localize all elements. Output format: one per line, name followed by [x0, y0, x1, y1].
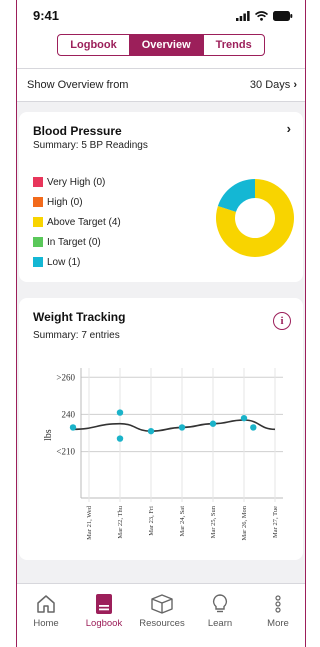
y-axis-label: lbs [43, 429, 54, 441]
show-overview-from-row[interactable]: Show Overview from 30 Days › [17, 68, 305, 102]
tab-home[interactable]: Home [18, 592, 74, 629]
bp-summary: Summary: 5 BP Readings [33, 140, 148, 151]
info-icon[interactable]: i [273, 312, 291, 330]
weight-title: Weight Tracking [33, 310, 126, 324]
tab-resources[interactable]: Resources [134, 592, 190, 629]
view-switcher: Logbook Overview Trends [17, 34, 305, 68]
legend-swatch [33, 177, 43, 187]
segmented-control: Logbook Overview Trends [57, 34, 265, 56]
status-bar: 9:41 [17, 0, 305, 34]
x-tick-label: Mar 24, Sat [179, 506, 186, 537]
legend-swatch [33, 257, 43, 267]
chevron-right-icon[interactable]: › [287, 121, 291, 136]
lightbulb-icon [211, 592, 229, 616]
logbook-icon [94, 592, 114, 616]
y-tick-label: 240 [62, 409, 76, 419]
weight-chart: >260 240 <210lbs Mar 21, Wed Mar 22, Thu Mar … [43, 368, 283, 540]
legend-label: Above Target (4) [47, 216, 121, 228]
battery-icon [273, 11, 293, 21]
legend-item: Low (1) [33, 252, 121, 272]
data-point [178, 424, 186, 431]
data-point [240, 414, 248, 422]
chart-plot-area: >260 240 <210lbs Mar 21, Wed Mar 22, Thu Mar … [43, 368, 283, 540]
tab-label: Home [33, 618, 59, 629]
x-tick-label: Mar 27, Tue [272, 506, 279, 538]
status-time: 9:41 [33, 8, 60, 23]
bottom-tab-bar: Home Logbook Resources Learn More [17, 583, 305, 647]
show-from-value: 30 Days › [250, 79, 297, 91]
blood-pressure-card[interactable]: Blood Pressure Summary: 5 BP Readings › … [19, 112, 303, 282]
legend-label: High (0) [47, 196, 83, 208]
wifi-icon [255, 11, 268, 21]
tab-logbook-nav[interactable]: Logbook [76, 592, 132, 629]
x-tick-label: Mar 22, Thu [117, 505, 124, 538]
data-point [116, 435, 124, 442]
weight-summary: Summary: 7 entries [33, 330, 120, 341]
tab-label: Resources [139, 618, 185, 629]
chevron-right-icon: › [293, 79, 297, 91]
resources-icon [149, 592, 175, 616]
legend-label: Very High (0) [47, 176, 106, 188]
donut-slice [217, 179, 255, 212]
x-tick-label: Mar 26, Mon [241, 505, 248, 540]
data-point [116, 409, 124, 416]
tab-overview[interactable]: Overview [129, 35, 204, 55]
x-tick-label: Mar 21, Wed [86, 505, 93, 540]
legend-item: Above Target (4) [33, 212, 121, 232]
legend-item: High (0) [33, 192, 121, 212]
x-tick-label: Mar 23, Fri [148, 506, 155, 536]
tab-label: Logbook [85, 618, 123, 629]
legend-item: In Target (0) [33, 232, 121, 252]
status-icons [236, 11, 293, 21]
app-frame: 9:41 Logbook Overview Trends Show Overvi… [16, 0, 306, 647]
legend-label: Low (1) [47, 256, 81, 268]
y-tick-label: >260 [56, 372, 75, 382]
bp-title: Blood Pressure [33, 124, 122, 138]
legend-swatch [33, 217, 43, 227]
data-point [69, 424, 77, 431]
tab-label: Learn [207, 618, 233, 629]
data-point [209, 420, 217, 427]
legend-item: Very High (0) [33, 172, 121, 192]
tab-learn[interactable]: Learn [192, 592, 248, 629]
legend-swatch [33, 197, 43, 207]
y-tick-label: <210 [56, 447, 75, 457]
weight-tracking-card[interactable]: Weight Tracking Summary: 7 entries i >26… [19, 298, 303, 560]
trend-line [72, 419, 276, 432]
show-from-days: 30 Days [249, 79, 291, 91]
data-point [147, 427, 155, 435]
x-tick-label: Mar 25, Sun [210, 505, 217, 538]
home-icon [35, 592, 57, 616]
tab-more[interactable]: More [250, 592, 305, 629]
tab-label: More [267, 618, 289, 629]
signal-icon [236, 11, 250, 21]
legend-swatch [33, 237, 43, 247]
bp-donut-chart [216, 179, 294, 257]
tab-logbook[interactable]: Logbook [58, 35, 130, 55]
more-icon [273, 592, 283, 616]
show-from-label: Show Overview from [27, 79, 129, 91]
tab-trends[interactable]: Trends [204, 35, 264, 55]
bp-legend: Very High (0) High (0) Above Target (4) … [33, 172, 121, 272]
legend-label: In Target (0) [47, 236, 101, 248]
data-point [250, 424, 257, 431]
